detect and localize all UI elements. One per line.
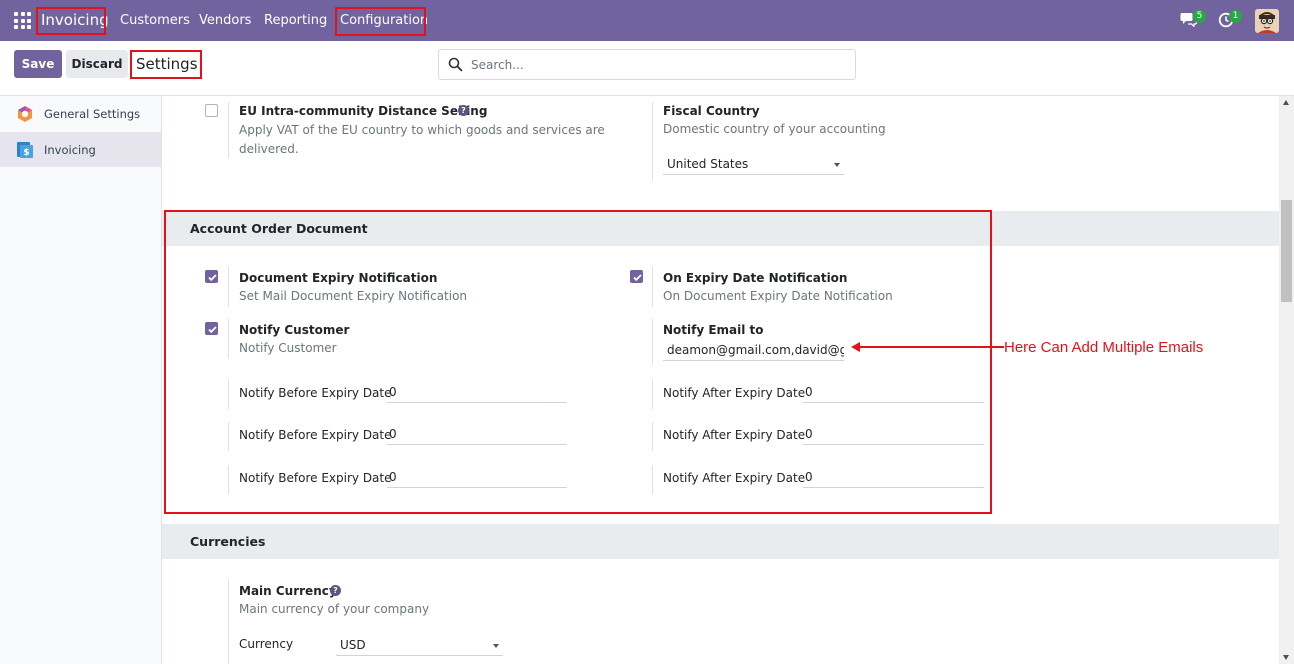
search-box[interactable] [438,49,856,80]
help-icon[interactable]: ? [458,105,469,116]
divider [652,102,653,180]
divider [228,102,229,158]
highlight-box-settings [130,50,202,79]
highlight-box-account-order-document [164,210,992,514]
top-navbar: Invoicing Customers Vendors Reporting Co… [0,0,1294,41]
divider [228,580,229,664]
fiscal-country-value: United States [667,157,749,171]
search-input[interactable] [471,57,841,73]
scroll-down-icon[interactable] [1283,655,1289,660]
section-header-currencies: Currencies [162,524,1279,559]
highlight-box-app [36,7,106,35]
apps-menu-icon[interactable] [14,12,31,29]
search-icon [448,57,463,72]
odoo-settings-icon [18,106,32,122]
help-icon[interactable]: ? [330,585,341,596]
highlight-box-configuration [335,7,426,36]
discard-button[interactable]: Discard [66,50,128,78]
activities-badge: 1 [1229,10,1242,23]
section-title: Currencies [190,534,266,549]
chevron-down-icon [834,163,840,167]
eu-selling-description: Apply VAT of the EU country to which goo… [239,123,605,156]
svg-text:$: $ [23,148,29,158]
menu-reporting[interactable]: Reporting [264,13,327,28]
user-avatar[interactable] [1255,9,1279,33]
main-currency-description: Main currency of your company [239,602,430,616]
control-panel: Save Discard Settings [0,41,1294,96]
messages-badge: 5 [1193,10,1206,23]
eu-selling-label: EU Intra-community Distance Selling [239,104,488,118]
settings-sidebar: General Settings $ Invoicing [0,96,162,664]
annotation-arrow [858,346,1004,348]
fiscal-country-select[interactable]: United States [663,155,844,175]
arrow-left-icon [851,342,860,352]
sidebar-item-label: General Settings [44,107,141,121]
menu-customers[interactable]: Customers [120,13,190,28]
annotation-text: Here Can Add Multiple Emails [1004,339,1204,356]
invoicing-app-icon: $ [17,142,33,158]
main-currency-label: Main Currency [239,584,337,598]
currency-label: Currency [239,637,294,651]
sidebar-item-label: Invoicing [44,143,96,157]
currency-select[interactable]: USD [336,636,503,656]
fiscal-country-description: Domestic country of your accounting [663,122,886,136]
scroll-up-icon[interactable] [1283,100,1289,105]
chevron-down-icon [493,644,499,648]
save-button[interactable]: Save [14,50,62,78]
sidebar-item-general-settings[interactable]: General Settings [0,96,161,131]
eu-selling-checkbox[interactable] [205,104,218,117]
page-scrollbar[interactable] [1279,96,1294,664]
fiscal-country-label: Fiscal Country [663,104,760,118]
scroll-thumb[interactable] [1281,200,1292,302]
menu-vendors[interactable]: Vendors [199,13,251,28]
currency-value: USD [340,638,366,652]
sidebar-item-invoicing[interactable]: $ Invoicing [0,132,161,167]
